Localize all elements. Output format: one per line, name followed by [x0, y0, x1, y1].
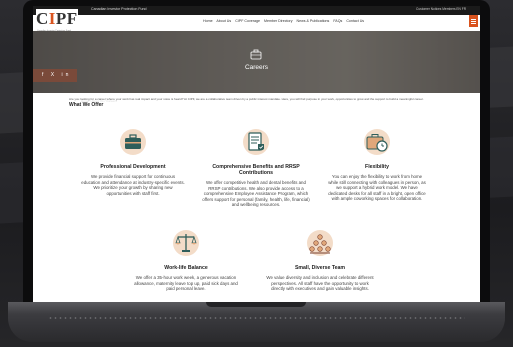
feature-work-life-balance: Work-life Balance We offer a 35-hour wor…	[133, 229, 239, 292]
nav-item-directory[interactable]: Member Directory	[264, 19, 293, 23]
team-pyramid-icon	[307, 230, 333, 256]
page-title: Careers	[244, 64, 269, 71]
feature-title: Work-life Balance	[164, 265, 208, 271]
nav-item-news[interactable]: News & Publications	[297, 19, 330, 23]
feature-title: Comprehensive Benefits and RRSP Contribu…	[212, 164, 300, 176]
balance-scale-icon	[173, 230, 199, 256]
site-logo[interactable]: CIPF Canadian Investor Protection Fund	[36, 9, 78, 32]
laptop-screen: Canadian Investor Protection Fund Custom…	[33, 6, 480, 302]
main-nav: Home About Us CIPF Coverage Member Direc…	[203, 19, 367, 23]
feature-diverse-team: Small, Diverse Team We value diversity a…	[265, 229, 375, 292]
search-button[interactable]	[469, 15, 478, 27]
feature-description: We offer competitive health and dental b…	[202, 180, 310, 208]
feature-title: Flexibility	[365, 164, 389, 170]
flexibility-clock-icon	[364, 129, 390, 155]
feature-professional-development: Professional Development We provide fina…	[81, 128, 185, 196]
briefcase-icon	[120, 129, 146, 155]
nav-item-coverage[interactable]: CIPF Coverage	[235, 19, 260, 23]
top-bar: Canadian Investor Protection Fund Custom…	[33, 6, 480, 15]
laptop-base	[8, 302, 505, 342]
top-links[interactable]: Customer Notices Members EN FR	[416, 7, 466, 11]
feature-description: We provide financial support for continu…	[81, 174, 185, 196]
feature-title: Professional Development	[100, 164, 166, 170]
intro-text: Are you looking for a career where your …	[69, 97, 424, 101]
feature-description: We value diversity and inclusion and cel…	[266, 275, 374, 292]
section-title: What We Offer	[69, 102, 104, 108]
nav-item-faqs[interactable]: FAQs	[333, 19, 342, 23]
site-tagline: Canadian Investor Protection Fund	[91, 7, 147, 11]
nav-item-contact[interactable]: Contact Us	[346, 19, 364, 23]
social-links[interactable]: f X in	[33, 69, 77, 82]
feature-description: You can enjoy the flexibility to work fr…	[328, 174, 426, 202]
feature-flexibility: Flexibility You can enjoy the flexibilit…	[327, 128, 427, 202]
nav-item-home[interactable]: Home	[203, 19, 213, 23]
laptop-notch	[206, 302, 306, 307]
benefits-document-icon	[243, 129, 269, 155]
hero-banner: Careers Home / About Us / Careers	[33, 31, 480, 103]
briefcase-icon	[250, 49, 262, 60]
nav-item-about[interactable]: About Us	[216, 19, 231, 23]
feature-description: We offer a 35-hour work week, a generous…	[134, 275, 238, 292]
feature-title: Small, Diverse Team	[294, 265, 346, 271]
feature-benefits: Comprehensive Benefits and RRSP Contribu…	[201, 128, 311, 208]
